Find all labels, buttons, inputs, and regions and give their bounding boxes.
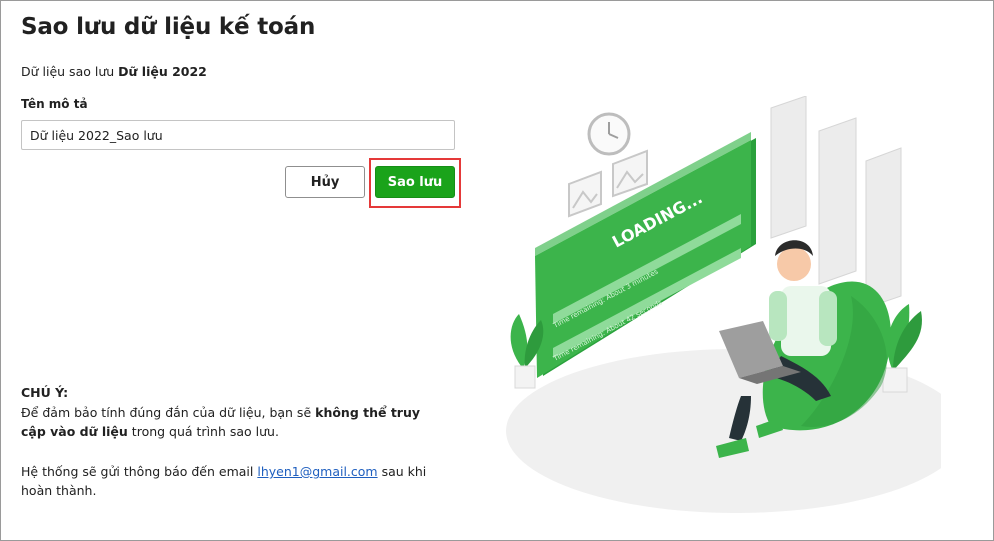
notice-text: Để đảm bảo tính đúng đắn của dữ liệu, bạ… [21, 403, 441, 441]
cancel-button[interactable]: Hủy [285, 166, 365, 198]
clock-icon [587, 112, 631, 156]
backup-subtitle: Dữ liệu sao lưu Dữ liệu 2022 [21, 64, 207, 79]
description-input[interactable] [21, 120, 455, 150]
notice-text-before: Để đảm bảo tính đúng đắn của dữ liệu, bạ… [21, 405, 312, 420]
email-text-before: Hệ thống sẽ gửi thông báo đến email [21, 464, 254, 479]
email-link[interactable]: lhyen1@gmail.com [257, 464, 377, 479]
backup-dialog: Sao lưu dữ liệu kế toán Dữ liệu sao lưu … [0, 0, 994, 541]
notice-heading: CHÚ Ý: [21, 385, 69, 400]
backup-button[interactable]: Sao lưu [375, 166, 455, 198]
description-label: Tên mô tả [21, 97, 88, 111]
page-title: Sao lưu dữ liệu kế toán [21, 14, 316, 40]
subtitle-prefix: Dữ liệu sao lưu [21, 64, 115, 79]
notice-email-text: Hệ thống sẽ gửi thông báo đến email lhye… [21, 462, 461, 500]
notice-text-after: trong quá trình sao lưu. [131, 424, 279, 439]
subtitle-dataset: Dữ liệu 2022 [118, 64, 207, 79]
loading-illustration: LOADING... Time remaining: About 3 minut… [506, 96, 941, 513]
